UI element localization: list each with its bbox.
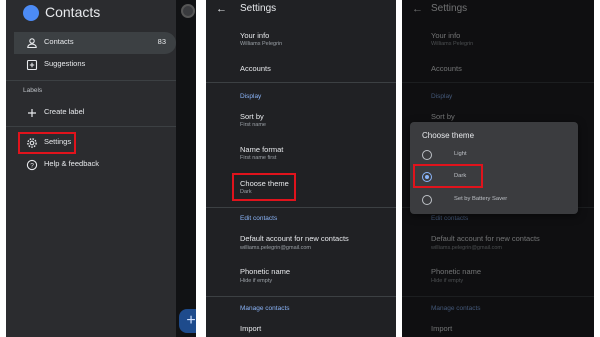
setting-title: Import (240, 324, 262, 333)
setting-title: Sort by (240, 112, 264, 121)
dark-option-highlight-box (413, 164, 483, 188)
setting-value: First name (240, 122, 266, 128)
contacts-count: 83 (157, 37, 166, 46)
setting-title: Phonetic name (240, 267, 291, 276)
choose-theme-highlight-box (232, 173, 296, 201)
app-title: Contacts (45, 4, 101, 20)
option-label: Light (454, 151, 467, 157)
divider (206, 296, 396, 297)
divider (6, 80, 176, 81)
add-contact-fab[interactable]: + (179, 309, 196, 333)
divider (6, 126, 176, 127)
navigation-drawer-screen: + Contacts Contacts 83 Suggestions Label… (6, 0, 196, 337)
drawer-item-contacts[interactable]: Contacts 83 (14, 32, 176, 54)
svg-text:?: ? (30, 162, 34, 169)
dialog-title: Choose theme (422, 131, 475, 140)
drawer-item-create-label[interactable]: Create label (14, 102, 176, 124)
settings-screen: ← Settings Your info Williams Pelegrin A… (206, 0, 396, 337)
edit-contacts-header: Edit contacts (240, 215, 278, 222)
help-icon: ? (26, 159, 38, 171)
drawer-item-suggestions[interactable]: Suggestions (14, 54, 176, 76)
setting-title: Name format (240, 145, 284, 154)
suggestions-icon (26, 59, 38, 71)
contacts-app-icon (23, 5, 39, 21)
setting-value: First name first (240, 155, 277, 161)
divider (206, 82, 396, 83)
display-header: Display (240, 93, 262, 100)
back-arrow-icon[interactable]: ← (216, 3, 227, 15)
setting-value: Williams Pelegrin (240, 41, 283, 47)
theme-option-battery-saver[interactable]: Set by Battery Saver (420, 193, 570, 209)
settings-highlight-box (18, 132, 76, 154)
divider (206, 207, 396, 208)
radio-button[interactable] (422, 195, 432, 205)
drawer-item-label: Contacts (44, 37, 74, 46)
setting-value: williams.pelegrin@gmail.com (240, 245, 311, 251)
labels-header: Labels (23, 87, 43, 94)
choose-theme-dialog: Choose theme Light Dark Set by Battery S… (410, 122, 578, 214)
option-label: Set by Battery Saver (454, 196, 508, 202)
drawer-item-help[interactable]: ? Help & feedback (14, 154, 176, 176)
drawer-item-label: Help & feedback (44, 159, 100, 168)
page-title: Settings (240, 3, 277, 14)
account-avatar[interactable] (181, 4, 195, 18)
drawer-item-label: Create label (44, 107, 85, 116)
manage-contacts-header: Manage contacts (240, 305, 290, 312)
setting-title: Default account for new contacts (240, 234, 349, 243)
setting-value: Hide if empty (240, 278, 273, 284)
setting-title: Accounts (240, 64, 271, 73)
theme-option-light[interactable]: Light (420, 148, 570, 164)
navigation-drawer: Contacts Contacts 83 Suggestions Labels … (6, 0, 176, 337)
plus-icon (26, 107, 38, 119)
contacts-list-background (176, 0, 196, 337)
radio-button[interactable] (422, 150, 432, 160)
drawer-item-label: Suggestions (44, 59, 86, 68)
setting-title: Your info (240, 31, 270, 40)
person-icon (26, 37, 38, 49)
theme-dialog-screen: ← Settings Your info Williams Pelegrin A… (402, 0, 594, 337)
